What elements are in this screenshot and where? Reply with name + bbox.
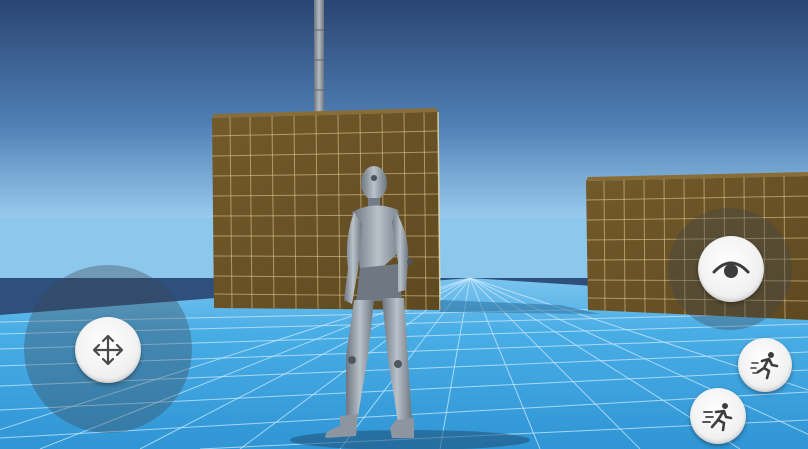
sprint-icon <box>750 352 779 380</box>
run-icon <box>702 403 733 432</box>
move-arrows-icon <box>92 334 124 366</box>
run-button[interactable] <box>690 388 746 444</box>
eye-icon <box>712 261 750 278</box>
sprint-button[interactable] <box>738 338 792 392</box>
move-joystick-button[interactable] <box>75 317 141 383</box>
pole <box>314 0 324 118</box>
look-joystick-button[interactable] <box>698 236 764 302</box>
